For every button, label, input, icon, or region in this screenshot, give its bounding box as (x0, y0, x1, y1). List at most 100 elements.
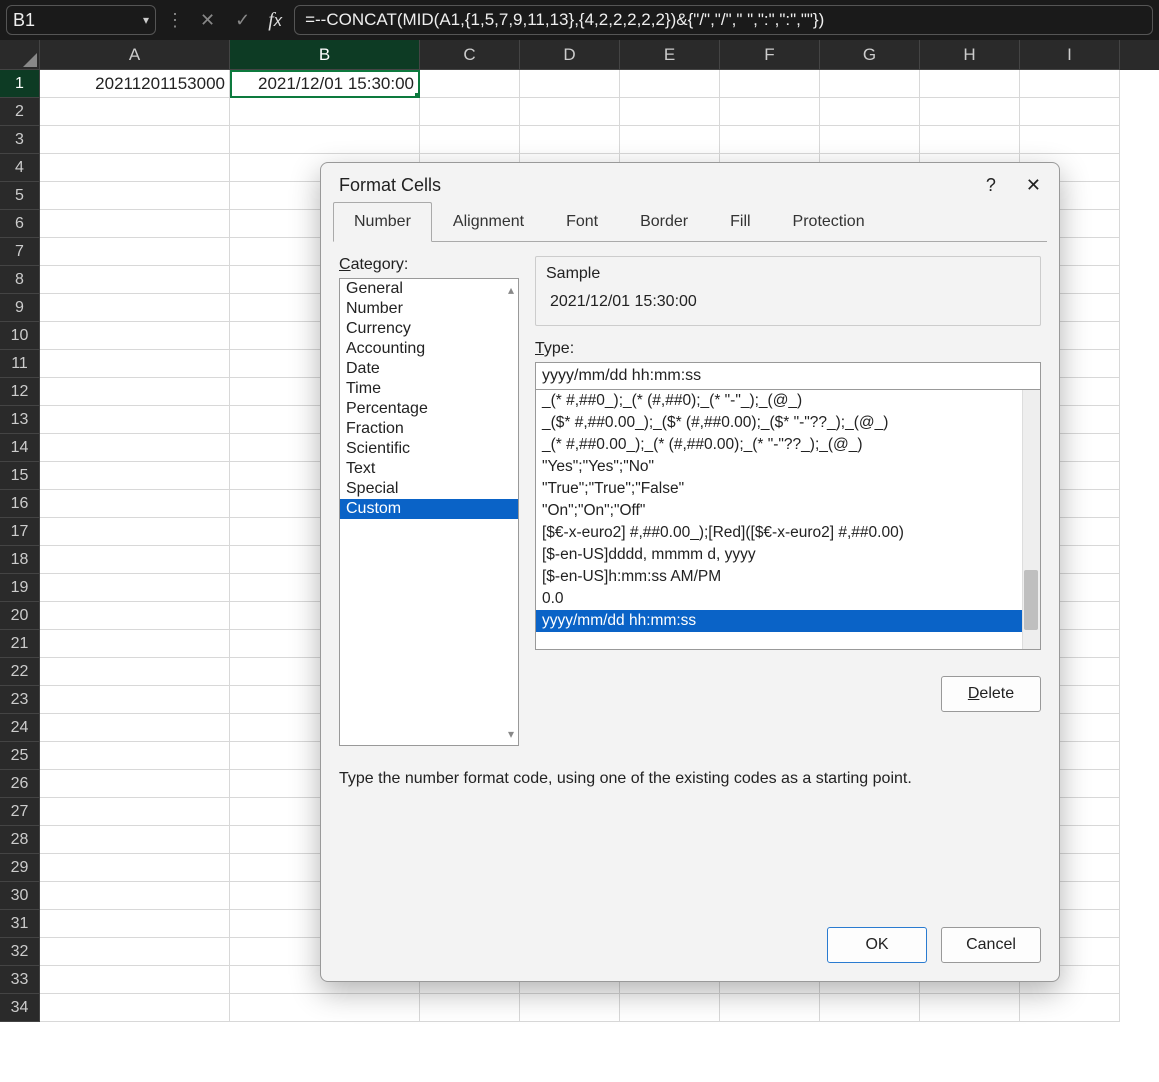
format-item[interactable]: [$€-x-euro2] #,##0.00_);[Red]([$€-x-euro… (536, 522, 1040, 544)
cell-h3[interactable] (920, 126, 1020, 154)
row-header[interactable]: 6 (0, 210, 40, 238)
row-header[interactable]: 29 (0, 854, 40, 882)
ok-button[interactable]: OK (827, 927, 927, 963)
cell-a24[interactable] (40, 714, 230, 742)
cell-i3[interactable] (1020, 126, 1120, 154)
row-header[interactable]: 33 (0, 966, 40, 994)
cell-a34[interactable] (40, 994, 230, 1022)
category-item[interactable]: Time (340, 379, 518, 399)
row-header[interactable]: 17 (0, 518, 40, 546)
cell-a18[interactable] (40, 546, 230, 574)
cell-f34[interactable] (720, 994, 820, 1022)
format-item[interactable]: [$-en-US]h:mm:ss AM/PM (536, 566, 1040, 588)
cell-b3[interactable] (230, 126, 420, 154)
category-item[interactable]: Date (340, 359, 518, 379)
row-header[interactable]: 30 (0, 882, 40, 910)
format-item[interactable]: _(* #,##0.00_);_(* (#,##0.00);_(* "-"??_… (536, 434, 1040, 456)
row-header[interactable]: 31 (0, 910, 40, 938)
cell-d1[interactable] (520, 70, 620, 98)
format-item[interactable]: _(* #,##0_);_(* (#,##0);_(* "-"_);_(@_) (536, 390, 1040, 412)
row-header[interactable]: 22 (0, 658, 40, 686)
cell-h1[interactable] (920, 70, 1020, 98)
row-header[interactable]: 15 (0, 462, 40, 490)
name-box[interactable]: B1 ▾ (6, 5, 156, 35)
col-header-g[interactable]: G (820, 40, 920, 70)
cell-a16[interactable] (40, 490, 230, 518)
scrollbar-thumb[interactable] (1024, 570, 1038, 630)
cell-g2[interactable] (820, 98, 920, 126)
type-input[interactable] (535, 362, 1041, 390)
format-item[interactable]: "On";"On";"Off" (536, 500, 1040, 522)
cell-e2[interactable] (620, 98, 720, 126)
category-item[interactable]: Number (340, 299, 518, 319)
category-item[interactable]: General (340, 279, 518, 299)
cell-f1[interactable] (720, 70, 820, 98)
delete-button[interactable]: Delete (941, 676, 1041, 712)
cell-i2[interactable] (1020, 98, 1120, 126)
row-header[interactable]: 19 (0, 574, 40, 602)
cancel-button[interactable]: Cancel (941, 927, 1041, 963)
col-header-c[interactable]: C (420, 40, 520, 70)
dialog-titlebar[interactable]: Format Cells ? ✕ (321, 163, 1059, 202)
format-list[interactable]: _(* #,##0_);_(* (#,##0);_(* "-"_);_(@_) … (535, 390, 1041, 650)
row-header[interactable]: 8 (0, 266, 40, 294)
row-header[interactable]: 16 (0, 490, 40, 518)
cell-a7[interactable] (40, 238, 230, 266)
category-item[interactable]: Accounting (340, 339, 518, 359)
cell-c1[interactable] (420, 70, 520, 98)
row-header[interactable]: 12 (0, 378, 40, 406)
cell-a11[interactable] (40, 350, 230, 378)
row-header[interactable]: 13 (0, 406, 40, 434)
cell-a10[interactable] (40, 322, 230, 350)
row-header[interactable]: 24 (0, 714, 40, 742)
cell-a30[interactable] (40, 882, 230, 910)
cancel-icon[interactable]: ✕ (194, 10, 221, 31)
tab-alignment[interactable]: Alignment (432, 202, 545, 242)
row-header[interactable]: 11 (0, 350, 40, 378)
row-header[interactable]: 28 (0, 826, 40, 854)
cell-a33[interactable] (40, 966, 230, 994)
format-item[interactable]: "Yes";"Yes";"No" (536, 456, 1040, 478)
cell-a17[interactable] (40, 518, 230, 546)
cell-c34[interactable] (420, 994, 520, 1022)
formula-input[interactable]: =--CONCAT(MID(A1,{1,5,7,9,11,13},{4,2,2,… (294, 5, 1153, 35)
cell-c2[interactable] (420, 98, 520, 126)
cell-a21[interactable] (40, 630, 230, 658)
cell-a26[interactable] (40, 770, 230, 798)
cell-f2[interactable] (720, 98, 820, 126)
cell-b2[interactable] (230, 98, 420, 126)
cell-e34[interactable] (620, 994, 720, 1022)
cell-a1[interactable]: 20211201153000 (40, 70, 230, 98)
cell-a2[interactable] (40, 98, 230, 126)
row-header[interactable]: 34 (0, 994, 40, 1022)
row-header[interactable]: 5 (0, 182, 40, 210)
chevron-down-icon[interactable]: ▾ (143, 13, 149, 27)
category-item[interactable]: Text (340, 459, 518, 479)
col-header-d[interactable]: D (520, 40, 620, 70)
row-header[interactable]: 10 (0, 322, 40, 350)
row-header[interactable]: 26 (0, 770, 40, 798)
col-header-f[interactable]: F (720, 40, 820, 70)
cell-h34[interactable] (920, 994, 1020, 1022)
cell-a4[interactable] (40, 154, 230, 182)
category-item[interactable]: Percentage (340, 399, 518, 419)
category-item-selected[interactable]: Custom (340, 499, 518, 519)
cell-a23[interactable] (40, 686, 230, 714)
row-header[interactable]: 23 (0, 686, 40, 714)
col-header-i[interactable]: I (1020, 40, 1120, 70)
category-item[interactable]: Currency (340, 319, 518, 339)
format-item[interactable]: "True";"True";"False" (536, 478, 1040, 500)
row-header[interactable]: 2 (0, 98, 40, 126)
cell-i1[interactable] (1020, 70, 1120, 98)
cell-a5[interactable] (40, 182, 230, 210)
cell-a9[interactable] (40, 294, 230, 322)
cell-a8[interactable] (40, 266, 230, 294)
cell-b34[interactable] (230, 994, 420, 1022)
cell-g1[interactable] (820, 70, 920, 98)
cell-a19[interactable] (40, 574, 230, 602)
cell-a14[interactable] (40, 434, 230, 462)
col-header-e[interactable]: E (620, 40, 720, 70)
category-item[interactable]: Fraction (340, 419, 518, 439)
scroll-up-icon[interactable]: ▴ (508, 283, 514, 297)
cell-a32[interactable] (40, 938, 230, 966)
